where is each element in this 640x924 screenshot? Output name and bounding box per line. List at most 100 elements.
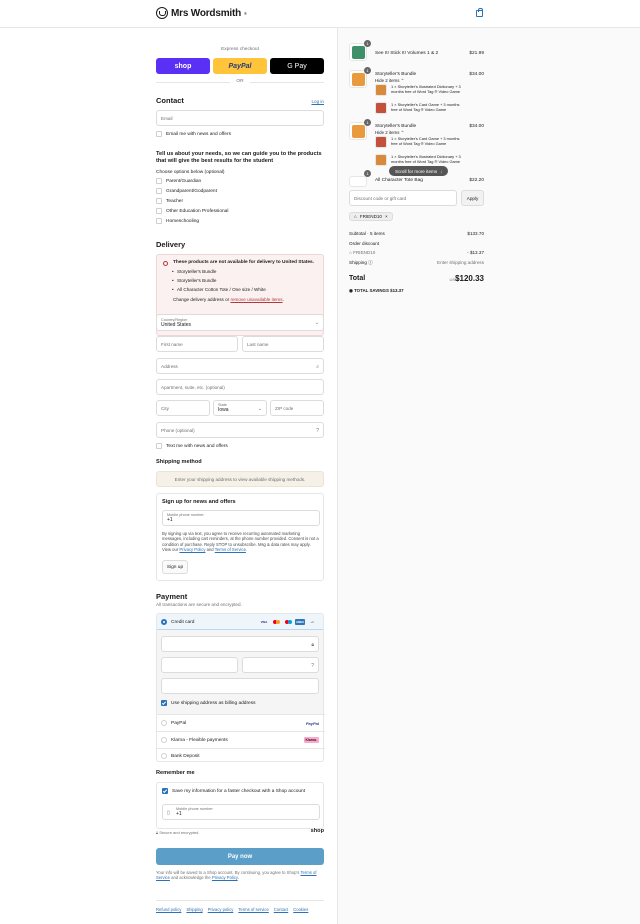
klarna-option[interactable]: Klarna - Flexible payments Klarna. [157, 731, 325, 748]
shipping-link[interactable]: Shipping [186, 907, 202, 912]
remember-panel: Save my information for a faster checkou… [156, 782, 324, 829]
phone-field[interactable]: Phone (optional)? [156, 422, 324, 438]
footer-links: Refund policy Shipping Privacy policy Te… [156, 900, 324, 912]
option-homeschooling[interactable]: Homeschooling [156, 218, 199, 224]
tag-icon: ⌂ [354, 214, 357, 219]
credit-card-row[interactable]: Credit card VISA AMEX +4 [157, 614, 323, 630]
visa-icon: VISA [260, 620, 268, 624]
item-name: See It! Stick It! Volumes 1 & 2 [375, 51, 439, 56]
terms-link[interactable]: Terms of Service [215, 547, 246, 552]
logo[interactable]: Mrs Wordsmith ® [156, 7, 247, 19]
item-name: Storyteller's Bundle [375, 72, 417, 77]
paypal-button[interactable]: PayPal [213, 58, 267, 74]
google-pay-button[interactable]: G Pay [270, 58, 324, 74]
total-row: Total USD $120.33 [349, 274, 484, 286]
help-icon[interactable]: ? [316, 428, 319, 434]
signup-fine-print: By signing up via text, you agree to rec… [162, 531, 319, 553]
help-icon[interactable]: ⓘ [368, 260, 373, 265]
arrow-down-icon: ↓ [440, 168, 443, 174]
option-label: Parent/Guardian [166, 178, 202, 184]
city-field[interactable]: City [156, 400, 210, 416]
save-info-checkbox[interactable]: Save my information for a faster checkou… [162, 788, 305, 794]
email-news-label: Email me with news and offers [166, 131, 231, 137]
option-grandparent[interactable]: Grandparent/Godparent [156, 188, 217, 194]
quantity-badge: 1 [364, 67, 371, 74]
remove-items-link[interactable]: remove unavailable items [230, 297, 282, 302]
lock-icon: 🔒︎ [156, 830, 159, 835]
save-info-label: Save my information for a faster checkou… [172, 788, 306, 794]
privacy-policy-link[interactable]: Privacy policy [208, 907, 234, 912]
chevron-down-icon: ⌄ [314, 320, 319, 326]
pay-now-button[interactable]: Pay now [156, 848, 324, 865]
expiry-field[interactable] [161, 657, 238, 673]
discount-code-field[interactable]: Discount code or gift card [349, 190, 457, 206]
privacy-policy-link[interactable]: Privacy Policy [179, 547, 205, 552]
paypal-option[interactable]: PayPal PayPal [157, 714, 325, 731]
credit-card-label: Credit card [171, 619, 195, 625]
terms-of-service-link[interactable]: Terms of service [238, 907, 268, 912]
subitem-thumbnail [375, 136, 387, 148]
text-news-checkbox[interactable]: Text me with news and offers [156, 443, 228, 449]
bank-deposit-option[interactable]: Bank Deposit [157, 748, 325, 763]
country-select[interactable]: Country/Region United States ⌄ [156, 314, 324, 331]
login-link[interactable]: Log in [311, 99, 324, 104]
contact-link[interactable]: Contact [274, 907, 288, 912]
legal-text: Your info will be saved to a Shop accoun… [156, 870, 317, 881]
signup-phone-field[interactable]: Mobile phone number +1 [162, 510, 320, 526]
product-thumbnail [349, 176, 367, 187]
express-checkout-label: Express checkout [221, 47, 259, 52]
email-news-checkbox[interactable]: Email me with news and offers [156, 131, 231, 137]
credit-card-radio[interactable] [161, 619, 167, 625]
search-icon: ⌕ [316, 364, 319, 370]
shop-privacy-link[interactable]: Privacy Policy [212, 875, 238, 880]
option-education-professional[interactable]: Other Education Professional [156, 208, 228, 214]
apply-button[interactable]: Apply [461, 190, 484, 206]
signup-button[interactable]: Sign up [162, 560, 188, 574]
cookies-link[interactable]: Cookies [293, 907, 308, 912]
last-name-field[interactable]: Last name [242, 336, 324, 352]
country-value: United States [161, 321, 192, 328]
paypal-label: PayPal [171, 720, 187, 726]
cart-item: 1 Storyteller's Bundle $34.00 Hide 2 ite… [349, 67, 484, 120]
refund-policy-link[interactable]: Refund policy [156, 907, 181, 912]
card-number-field[interactable]: 🔒︎ [161, 636, 319, 652]
signup-heading: Sign up for news and offers [162, 499, 236, 505]
use-shipping-address-checkbox[interactable]: Use shipping address as billing address [161, 700, 256, 706]
checkbox-box[interactable] [156, 131, 162, 137]
total-label: Total [349, 275, 366, 282]
quantity-badge: 1 [364, 40, 371, 47]
payment-methods: Credit card VISA AMEX +4 🔒︎ ? Use shippi… [156, 613, 325, 763]
klarna-label: Klarna - Flexible payments [171, 737, 228, 743]
email-field[interactable]: Email [156, 110, 324, 126]
options-label: Choose options below (optional) [156, 170, 225, 175]
remember-heading: Remember me [156, 770, 195, 776]
shipping-row: Shipping ⓘ Enter shipping address [349, 260, 484, 265]
option-teacher[interactable]: Teacher [156, 198, 183, 204]
card-brands: VISA AMEX +4 [259, 619, 317, 625]
maestro-icon [283, 619, 293, 625]
zip-field[interactable]: ZIP code [270, 400, 324, 416]
name-on-card-field[interactable] [161, 678, 319, 694]
remember-phone-field[interactable]: ▯ Mobile phone number +1 [162, 804, 320, 820]
shopping-bag-icon[interactable] [476, 8, 483, 17]
alert-change-text: Change delivery address or remove unavai… [173, 297, 284, 302]
tag-icon: ⌂ [349, 250, 352, 255]
address-field[interactable]: Address ⌕ [156, 358, 324, 374]
shop-pay-button[interactable]: shop [156, 58, 210, 74]
security-code-field[interactable]: ? [242, 657, 319, 673]
lock-icon: 🔒︎ [311, 642, 314, 648]
remove-discount-icon[interactable]: × [385, 214, 388, 219]
address-placeholder: Address [161, 363, 178, 369]
item-price: $34.00 [469, 124, 484, 129]
option-label: Other Education Professional [166, 208, 229, 214]
scroll-more-pill[interactable]: Scroll for more items ↓ [389, 166, 449, 176]
first-name-field[interactable]: First name [156, 336, 238, 352]
option-label: Homeschooling [166, 218, 200, 224]
option-parent[interactable]: Parent/Guardian [156, 178, 201, 184]
chevron-up-icon: ⌃ [400, 130, 405, 135]
cart-item: 1 See It! Stick It! Volumes 1 & 2 $21.99 [349, 40, 484, 65]
state-select[interactable]: State Iowa ⌄ [213, 400, 267, 416]
help-icon[interactable]: ? [311, 663, 314, 669]
subitem-thumbnail [375, 154, 387, 166]
apartment-field[interactable]: Apartment, suite, etc. (optional) [156, 379, 324, 395]
